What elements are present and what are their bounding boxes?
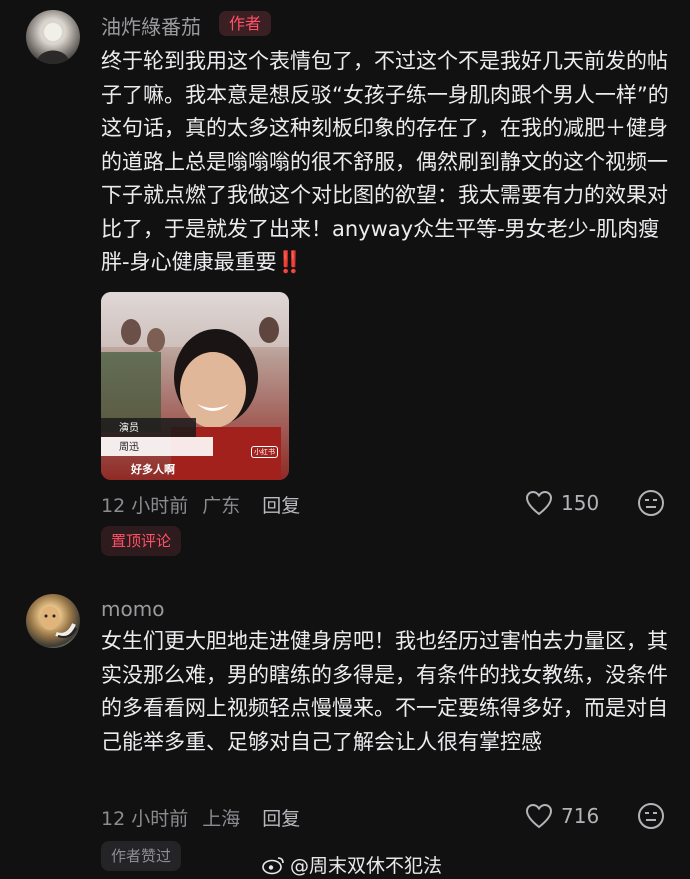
caption-subtitle: 好多人啊 bbox=[131, 463, 175, 476]
pinned-tag: 置顶评论 bbox=[101, 526, 182, 556]
like-button[interactable]: 150 bbox=[525, 490, 599, 516]
neutral-face-icon[interactable] bbox=[637, 489, 665, 517]
like-count: 716 bbox=[561, 804, 600, 828]
platform-logo: 小红书 bbox=[251, 446, 278, 458]
heart-icon bbox=[525, 803, 553, 829]
comment-meta: 12 小时前 广东 回复 bbox=[101, 491, 314, 518]
avatar[interactable] bbox=[26, 594, 80, 648]
author-badge: 作者 bbox=[219, 11, 272, 36]
comment-image[interactable]: 演员 周迅 好多人啊 小红书 bbox=[101, 292, 289, 480]
comment-location: 上海 bbox=[202, 808, 241, 830]
comment-meta: 12 小时前 上海 回复 bbox=[101, 804, 314, 831]
watermark: @周末双休不犯法 bbox=[262, 851, 442, 878]
username[interactable]: 油炸綠番茄 bbox=[101, 11, 201, 40]
avatar[interactable] bbox=[26, 10, 80, 64]
caption-title: 演员 bbox=[119, 423, 139, 434]
comment-text: 女生们更大胆地走进健身房吧！我也经历过害怕去力量区，其实没那么难，男的瞎练的多得… bbox=[101, 629, 668, 754]
caption-name: 周迅 bbox=[119, 442, 139, 453]
weibo-icon bbox=[262, 856, 284, 874]
author-liked-tag: 作者赞过 bbox=[101, 841, 182, 871]
neutral-face-icon[interactable] bbox=[637, 802, 665, 830]
username[interactable]: momo bbox=[101, 597, 164, 621]
heart-icon bbox=[525, 490, 553, 516]
reply-button[interactable]: 回复 bbox=[262, 495, 300, 517]
comment-time: 12 小时前 bbox=[101, 495, 189, 517]
like-count: 150 bbox=[561, 491, 600, 515]
comment-location: 广东 bbox=[202, 495, 241, 517]
watermark-text: @周末双休不犯法 bbox=[290, 855, 443, 877]
reply-button[interactable]: 回复 bbox=[262, 808, 300, 830]
comment-time: 12 小时前 bbox=[101, 808, 189, 830]
like-button[interactable]: 716 bbox=[525, 803, 599, 829]
comment-text: 终于轮到我用这个表情包了，不过这个不是我好几天前发的帖子了嘛。我本意是想反驳“女… bbox=[101, 49, 669, 274]
